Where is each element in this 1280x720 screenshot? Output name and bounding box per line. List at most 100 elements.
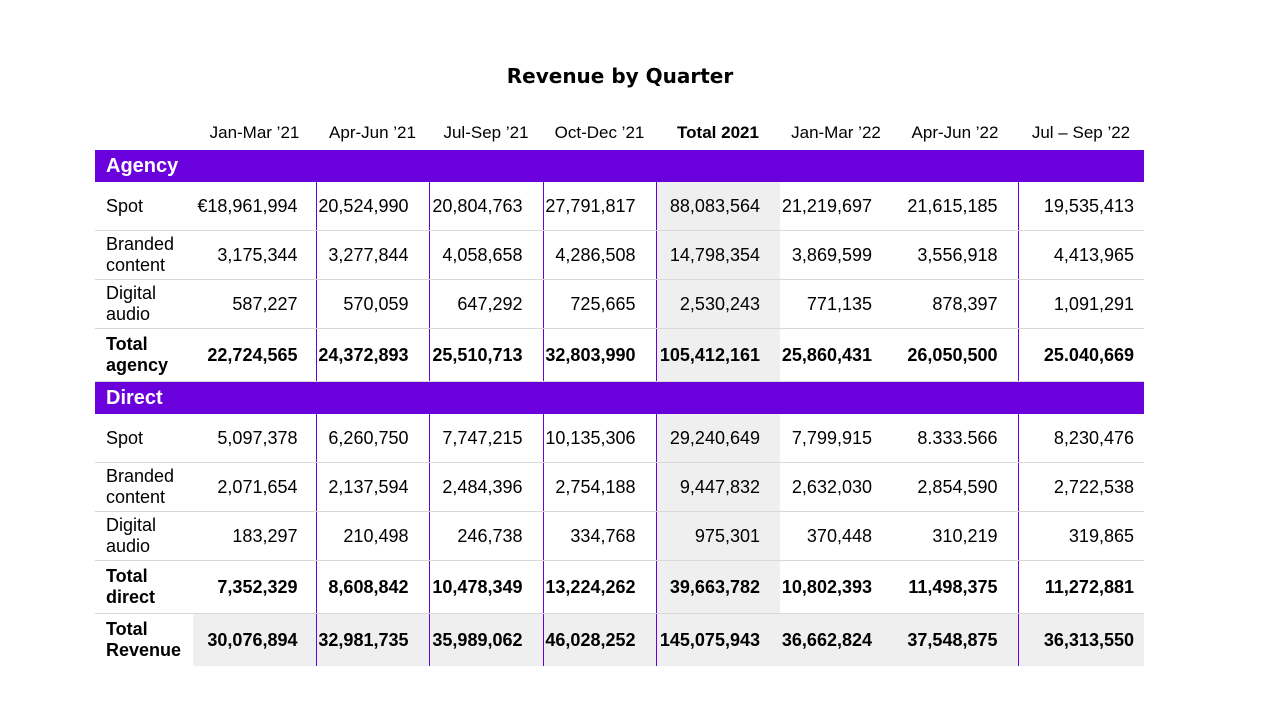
table-cell: 21,615,185 bbox=[892, 182, 1018, 231]
subtotal-row: Total agency 22,724,565 24,372,893 25,510,71… bbox=[95, 328, 1144, 382]
table-cell: 36,313,550 bbox=[1017, 613, 1144, 666]
table-cell: 3,277,844 bbox=[315, 230, 429, 280]
table-cell: 8.333.566 bbox=[892, 414, 1018, 463]
table-cell: 32,803,990 bbox=[542, 328, 656, 382]
row-label-line: audio bbox=[106, 304, 151, 324]
table-cell: 310,219 bbox=[892, 511, 1018, 561]
table-cell: 334,768 bbox=[542, 511, 656, 561]
subtotal-row: Total direct 7,352,329 8,608,842 10,478,349 1… bbox=[95, 560, 1144, 614]
table-cell: 5,097,378 bbox=[193, 414, 316, 463]
table-cell: 10,802,393 bbox=[780, 560, 892, 614]
table-cell: 771,135 bbox=[780, 279, 892, 329]
table-cell: 46,028,252 bbox=[542, 613, 656, 666]
table-cell: 2,071,654 bbox=[193, 462, 316, 512]
table-cell: 4,058,658 bbox=[428, 230, 543, 280]
table-cell: 21,219,697 bbox=[780, 182, 892, 231]
cell-total-2021: 2,530,243 bbox=[655, 279, 780, 329]
table-cell: 3,556,918 bbox=[892, 230, 1018, 280]
table-cell: 24,372,893 bbox=[315, 328, 429, 382]
table-cell: 26,050,500 bbox=[892, 328, 1018, 382]
cell-total-2021: 145,075,943 bbox=[655, 613, 780, 666]
row-label: Digital audio bbox=[95, 279, 193, 329]
table-cell: 319,865 bbox=[1017, 511, 1144, 561]
table-cell: 4,286,508 bbox=[542, 230, 656, 280]
row-label: Total Revenue bbox=[95, 613, 193, 666]
table-cell: 370,448 bbox=[780, 511, 892, 561]
cell-total-2021: 39,663,782 bbox=[655, 560, 780, 614]
table-cell: 36,662,824 bbox=[780, 613, 892, 666]
table-cell: 210,498 bbox=[315, 511, 429, 561]
row-label: Spot bbox=[95, 414, 193, 463]
row-label: Total direct bbox=[95, 560, 193, 614]
cell-total-2021: 29,240,649 bbox=[655, 414, 780, 463]
section-title: Direct bbox=[95, 381, 1144, 414]
column-header: Apr-Jun ’22 bbox=[911, 123, 999, 142]
table-cell: 27,791,817 bbox=[542, 182, 656, 231]
row-label-line: Digital bbox=[106, 283, 157, 303]
row-label-line: Spot bbox=[106, 427, 144, 448]
table-cell: 246,738 bbox=[428, 511, 543, 561]
table-cell: 2,722,538 bbox=[1017, 462, 1144, 512]
table-cell: 3,869,599 bbox=[780, 230, 892, 280]
table-cell: 4,413,965 bbox=[1017, 230, 1144, 280]
row-label: Total agency bbox=[95, 328, 193, 382]
table-row: Digital audio 183,297 210,498 246,738 334,768… bbox=[95, 511, 1144, 561]
row-label-line: audio bbox=[106, 536, 151, 556]
row-label-line: content bbox=[106, 487, 166, 507]
table-row: Spot €18,961,994 20,524,990 20,804,763 27,79… bbox=[95, 182, 1144, 231]
column-header: Jan-Mar ’21 bbox=[209, 123, 300, 142]
row-label-line: Branded bbox=[106, 234, 175, 254]
revenue-table: Jan-Mar ’21 Apr-Jun ’21 Jul-Sep ’21 Oct-… bbox=[95, 116, 1144, 666]
section-title: Agency bbox=[95, 150, 1144, 182]
row-label: Branded content bbox=[95, 230, 193, 280]
cell-total-2021: 9,447,832 bbox=[655, 462, 780, 512]
row-label-line: content bbox=[106, 255, 166, 275]
table-cell: 6,260,750 bbox=[315, 414, 429, 463]
header-blank bbox=[95, 116, 193, 150]
table-cell: 7,747,215 bbox=[428, 414, 543, 463]
row-label: Spot bbox=[95, 182, 193, 231]
row-label-line: Total bbox=[106, 334, 148, 354]
table-row: Branded content 2,071,654 2,137,594 2,484,39… bbox=[95, 462, 1144, 512]
table-cell: 8,608,842 bbox=[315, 560, 429, 614]
table-cell: 3,175,344 bbox=[193, 230, 316, 280]
column-header: Jan-Mar ’22 bbox=[791, 123, 881, 142]
column-header: Jul – Sep ’22 bbox=[1031, 123, 1131, 142]
table-cell: 570,059 bbox=[315, 279, 429, 329]
column-header: Oct-Dec ’21 bbox=[554, 123, 645, 142]
table-cell: 2,754,188 bbox=[542, 462, 656, 512]
row-label-line: Digital bbox=[106, 515, 157, 535]
table-row: Branded content 3,175,344 3,277,844 4,058,65… bbox=[95, 230, 1144, 280]
table-cell: €18,961,994 bbox=[193, 182, 316, 231]
table-cell: 11,272,881 bbox=[1017, 560, 1144, 614]
table-cell: 22,724,565 bbox=[193, 328, 316, 382]
table-row: Spot 5,097,378 6,260,750 7,747,215 10,135,30… bbox=[95, 414, 1144, 463]
table-cell: 7,352,329 bbox=[193, 560, 316, 614]
table-cell: 587,227 bbox=[193, 279, 316, 329]
column-header-total: Total 2021 bbox=[677, 123, 759, 142]
table-cell: 878,397 bbox=[892, 279, 1018, 329]
table-cell: 7,799,915 bbox=[780, 414, 892, 463]
table-row: Digital audio 587,227 570,059 647,292 725,665… bbox=[95, 279, 1144, 329]
table-cell: 37,548,875 bbox=[892, 613, 1018, 666]
header-row: Jan-Mar ’21 Apr-Jun ’21 Jul-Sep ’21 Oct-… bbox=[95, 116, 1144, 150]
row-label-line: Total bbox=[106, 566, 148, 586]
table-cell: 19,535,413 bbox=[1017, 182, 1144, 231]
cell-total-2021: 105,412,161 bbox=[655, 328, 780, 382]
row-label-line: Branded bbox=[106, 466, 175, 486]
row-label-line: Revenue bbox=[106, 640, 182, 660]
table-cell: 2,854,590 bbox=[892, 462, 1018, 512]
table-cell: 647,292 bbox=[428, 279, 543, 329]
table-cell: 725,665 bbox=[542, 279, 656, 329]
row-label: Branded content bbox=[95, 462, 193, 512]
row-label-line: Total bbox=[106, 619, 148, 639]
column-header: Jul-Sep ’21 bbox=[443, 123, 529, 142]
table-cell: 10,135,306 bbox=[542, 414, 656, 463]
section-band: Direct bbox=[95, 381, 1144, 414]
table-cell: 11,498,375 bbox=[892, 560, 1018, 614]
row-label-line: Spot bbox=[106, 195, 144, 216]
table-cell: 1,091,291 bbox=[1017, 279, 1144, 329]
table-cell: 35,989,062 bbox=[428, 613, 543, 666]
table-cell: 10,478,349 bbox=[428, 560, 543, 614]
table-cell: 2,484,396 bbox=[428, 462, 543, 512]
